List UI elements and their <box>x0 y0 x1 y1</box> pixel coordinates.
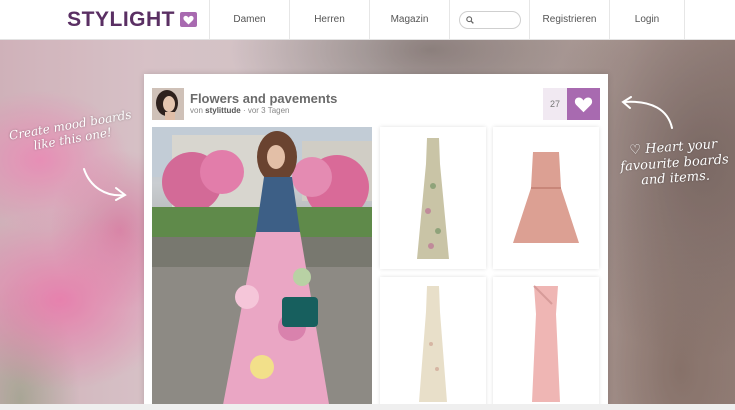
nav-magazin[interactable]: Magazin <box>370 0 450 39</box>
like-count: 27 <box>543 88 567 120</box>
like-button[interactable] <box>567 88 600 120</box>
nav-herren[interactable]: Herren <box>290 0 370 39</box>
dress-image <box>513 152 579 243</box>
dress-image <box>419 285 447 402</box>
top-navigation: STYLIGHT Damen Herren Magazin Registrier… <box>0 0 735 40</box>
board-title[interactable]: Flowers and pavements <box>190 91 337 106</box>
search-area <box>450 0 530 39</box>
page-bottom-strip <box>0 404 735 410</box>
author-link[interactable]: stylittude <box>205 106 241 115</box>
posted-time: · vor 3 Tagen <box>242 106 290 115</box>
product-tile[interactable] <box>380 277 486 410</box>
product-tile[interactable] <box>380 127 486 269</box>
by-label: von <box>190 106 203 115</box>
arrow-left-icon <box>621 96 673 129</box>
product-tile[interactable] <box>493 127 599 269</box>
heart-callout: ♡ Heart your favourite boards and items. <box>619 136 730 189</box>
arrow-right-icon <box>83 168 127 201</box>
nav-damen[interactable]: Damen <box>210 0 290 39</box>
search-input[interactable] <box>458 10 521 29</box>
avatar[interactable] <box>152 88 184 120</box>
search-icon <box>465 15 474 24</box>
nav-register[interactable]: Registrieren <box>530 0 610 39</box>
product-tile[interactable] <box>493 277 599 410</box>
board-meta: von stylittude · vor 3 Tagen <box>190 106 289 115</box>
dress-image <box>532 284 560 402</box>
logo-heart-icon <box>180 12 197 27</box>
heart-icon <box>574 97 593 112</box>
mood-board-card[interactable]: Flowers and pavements von stylittude · v… <box>144 74 608 410</box>
logo-text: STYLIGHT <box>67 7 175 31</box>
nav-login[interactable]: Login <box>610 0 685 39</box>
dress-image <box>417 137 449 259</box>
board-main-photo[interactable] <box>152 127 372 410</box>
logo[interactable]: STYLIGHT <box>0 0 210 39</box>
